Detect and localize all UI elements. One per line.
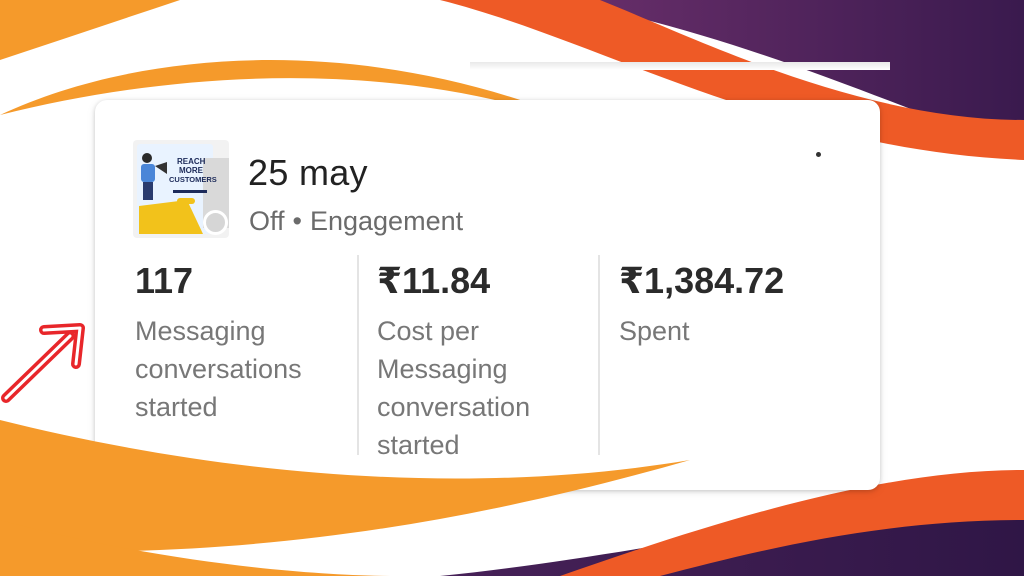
metric-label: Spent	[619, 316, 690, 346]
ad-card[interactable]: REACH MORE CUSTOMERS 25 may Off • Engageme…	[95, 100, 880, 490]
thumbnail-text-3: CUSTOMERS	[169, 175, 217, 184]
metric-divider	[598, 255, 600, 455]
thumbnail-text-1: REACH	[177, 157, 206, 166]
metric-value: ₹1,384.72	[619, 260, 785, 301]
more-options-icon[interactable]	[808, 148, 828, 178]
ad-title[interactable]: 25 may	[248, 152, 368, 194]
thumbnail-text-2: MORE	[179, 166, 204, 175]
metric-value: ₹11.84	[377, 260, 491, 301]
metric-label: Messaging conversations started	[135, 316, 302, 422]
card-behind-edge	[470, 62, 890, 70]
objective-label: Engagement	[309, 206, 464, 236]
metric-spent: ₹1,384.72 Spent	[619, 260, 844, 350]
status-indicator	[203, 210, 228, 235]
separator-dot: •	[292, 206, 302, 236]
status-label: Off	[249, 206, 285, 236]
metric-cost-per-conversation: ₹11.84 Cost per Messaging conversation s…	[377, 260, 602, 464]
metric-divider	[357, 255, 359, 455]
metric-label: Cost per Messaging conversation started	[377, 316, 531, 460]
ad-subline: Off • Engagement	[249, 206, 463, 237]
metric-value: 117	[135, 260, 194, 301]
metric-conversations: 117 Messaging conversations started	[135, 260, 360, 426]
